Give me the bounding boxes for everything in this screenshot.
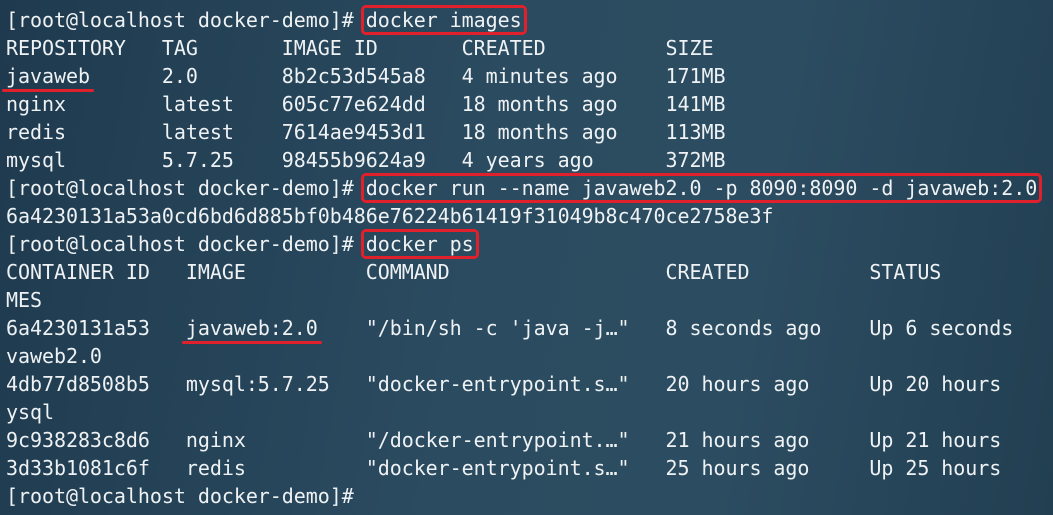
terminal-line: 6a4230131a53 javaweb:2.0 "/bin/sh -c 'ja… — [6, 314, 1053, 342]
terminal-text: CONTAINER ID IMAGE COMMAND CREATED STATU… — [6, 260, 1053, 284]
terminal-text: 3d33b1081c6f redis "docker-entrypoint.s…… — [6, 456, 1053, 480]
terminal-line: javaweb 2.0 8b2c53d545a8 4 minutes ago 1… — [6, 62, 726, 90]
terminal-line: 4db77d8508b5 mysql:5.7.25 "docker-entryp… — [6, 370, 1053, 398]
terminal-text: [root@localhost docker-demo]# — [6, 176, 366, 200]
terminal-line: redis latest 7614ae9453d1 18 months ago … — [6, 118, 726, 146]
terminal-text: MES — [6, 288, 42, 312]
terminal-window[interactable]: [root@localhost docker-demo]# docker ima… — [0, 0, 1053, 515]
highlighted-command: docker ps — [360, 229, 479, 259]
terminal-text: redis latest 7614ae9453d1 18 months ago … — [6, 120, 726, 144]
terminal-text: 6a4230131a53a0cd6bd6d885bf0b486e76224b61… — [6, 204, 774, 228]
terminal-line: 9c938283c8d6 nginx "/docker-entrypoint.…… — [6, 426, 1053, 454]
terminal-line: vaweb2.0 — [6, 342, 102, 370]
terminal-text: "/bin/sh -c 'java -j…" 8 seconds ago Up … — [317, 316, 1053, 340]
terminal-line: nginx latest 605c77e624dd 18 months ago … — [6, 90, 726, 118]
underlined-text: javaweb:2.0 — [185, 316, 318, 340]
terminal-text: 4db77d8508b5 mysql:5.7.25 "docker-entryp… — [6, 372, 1053, 396]
terminal-text: [root@localhost docker-demo]# — [6, 232, 366, 256]
underlined-text: javaweb — [6, 64, 90, 88]
terminal-text: 9c938283c8d6 nginx "/docker-entrypoint.…… — [6, 428, 1053, 452]
terminal-line: [root@localhost docker-demo]# — [6, 482, 366, 510]
terminal-line: 3d33b1081c6f redis "docker-entrypoint.s…… — [6, 454, 1053, 482]
terminal-text: 2.0 8b2c53d545a8 4 minutes ago 171MB — [89, 64, 726, 88]
highlighted-command: docker images — [360, 5, 527, 35]
terminal-line: mysql 5.7.25 98455b9624a9 4 years ago 37… — [6, 146, 726, 174]
terminal-line: CONTAINER ID IMAGE COMMAND CREATED STATU… — [6, 258, 1053, 286]
highlighted-command: docker run --name javaweb2.0 -p 8090:809… — [360, 173, 1043, 203]
terminal-text: [root@localhost docker-demo]# — [6, 8, 366, 32]
terminal-line: 6a4230131a53a0cd6bd6d885bf0b486e76224b61… — [6, 202, 773, 230]
terminal-line: REPOSITORY TAG IMAGE ID CREATED SIZE — [6, 34, 714, 62]
terminal-text: REPOSITORY TAG IMAGE ID CREATED SIZE — [6, 36, 714, 60]
terminal-line: [root@localhost docker-demo]# docker run… — [6, 173, 1043, 203]
terminal-line: [root@localhost docker-demo]# docker ps — [6, 229, 479, 259]
terminal-text: vaweb2.0 — [6, 344, 102, 368]
terminal-text: ysql — [6, 400, 54, 424]
terminal-text: [root@localhost docker-demo]# — [6, 484, 366, 508]
terminal-line: MES — [6, 286, 42, 314]
terminal-text: nginx latest 605c77e624dd 18 months ago … — [6, 92, 726, 116]
terminal-text: 6a4230131a53 — [6, 316, 186, 340]
terminal-line: ysql — [6, 398, 54, 426]
terminal-text: mysql 5.7.25 98455b9624a9 4 years ago 37… — [6, 148, 726, 172]
terminal-line: [root@localhost docker-demo]# docker ima… — [6, 5, 527, 35]
